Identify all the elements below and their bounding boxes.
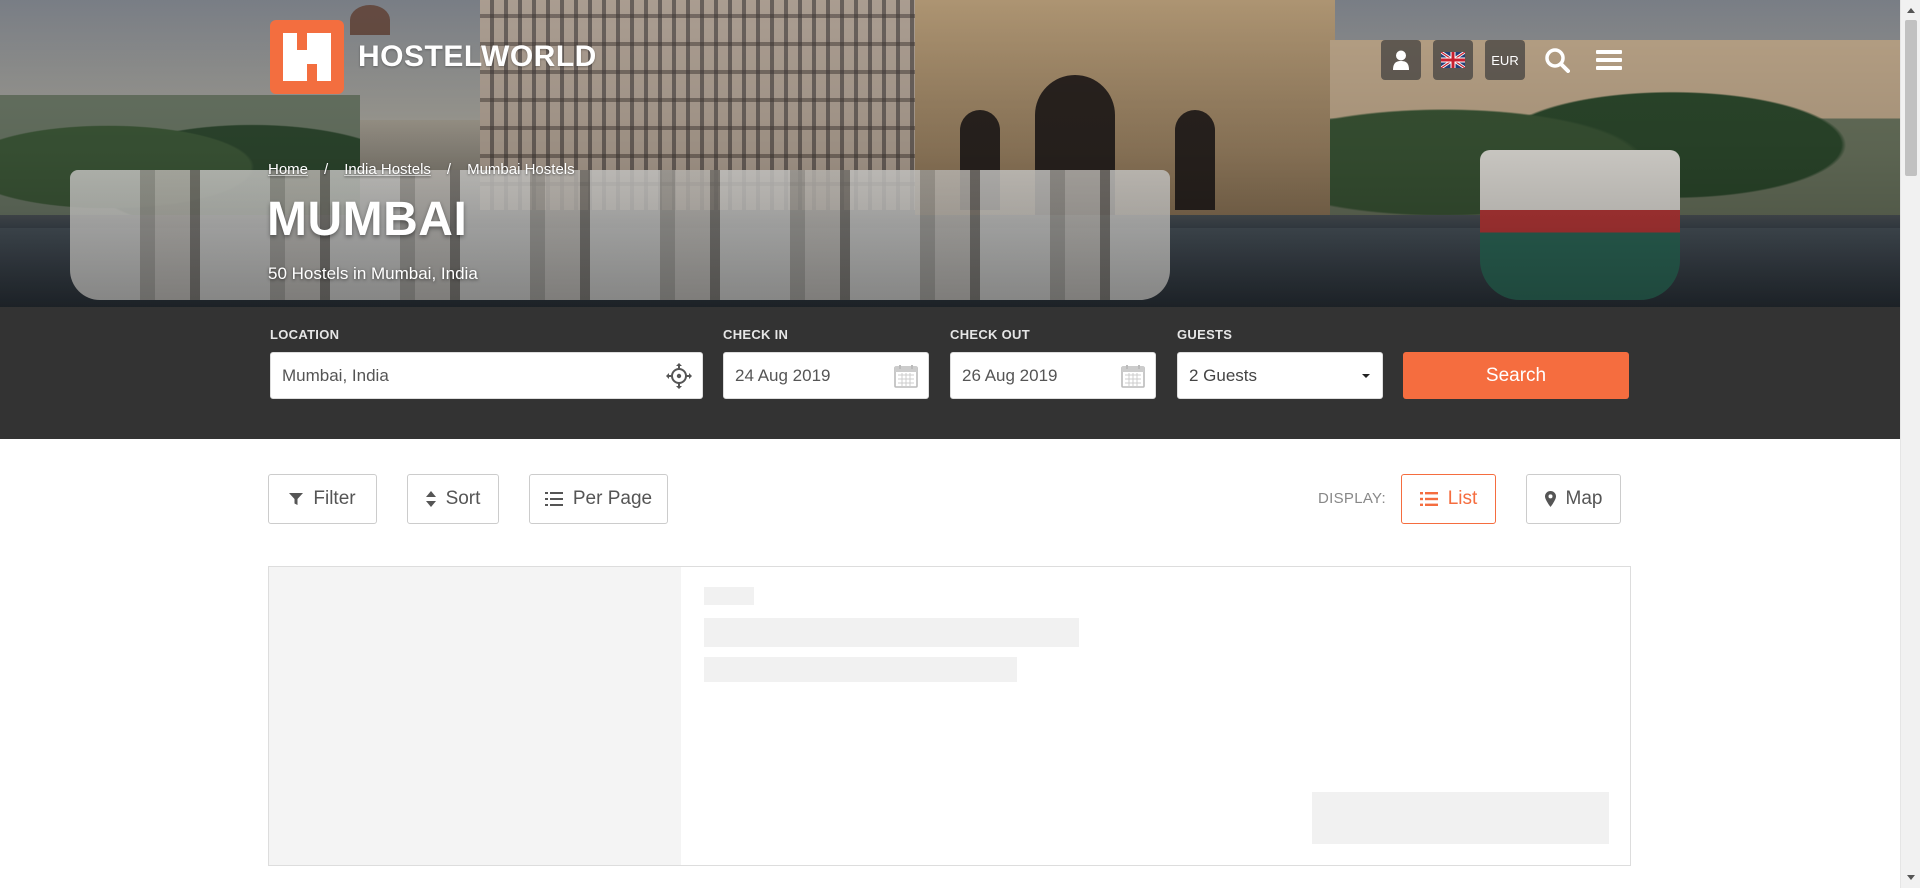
filter-label: Filter bbox=[313, 488, 356, 509]
skeleton-line bbox=[704, 587, 754, 605]
list-icon bbox=[1419, 492, 1438, 506]
map-view-label: Map bbox=[1565, 488, 1603, 509]
checkout-input[interactable]: 26 Aug 2019 bbox=[950, 352, 1156, 399]
currency-label: EUR bbox=[1491, 52, 1519, 68]
guests-value: 2 Guests bbox=[1189, 365, 1258, 385]
skeleton-button bbox=[1312, 792, 1609, 844]
filter-button[interactable]: Filter bbox=[268, 474, 377, 524]
skeleton-line bbox=[704, 657, 1017, 682]
checkout-value: 26 Aug 2019 bbox=[962, 365, 1058, 385]
search-toggle-button[interactable] bbox=[1537, 40, 1577, 80]
menu-button[interactable] bbox=[1589, 40, 1629, 80]
sort-label: Sort bbox=[445, 488, 481, 509]
location-value: Mumbai, India bbox=[282, 365, 389, 385]
account-button[interactable] bbox=[1381, 40, 1421, 80]
checkin-value: 24 Aug 2019 bbox=[735, 365, 831, 385]
brand-logo[interactable]: HOSTELWORLD bbox=[270, 20, 597, 94]
logo-h-icon bbox=[270, 20, 344, 94]
brand-name: HOSTELWORLD bbox=[358, 40, 597, 73]
skeleton-line bbox=[704, 618, 1079, 647]
display-label: DISPLAY: bbox=[1318, 490, 1386, 507]
per-page-button[interactable]: Per Page bbox=[529, 474, 668, 524]
breadcrumb-separator: / bbox=[324, 161, 329, 178]
sort-arrows-icon bbox=[425, 491, 436, 507]
checkin-input[interactable]: 24 Aug 2019 bbox=[723, 352, 929, 399]
location-label: LOCATION bbox=[270, 327, 340, 342]
uk-flag-icon bbox=[1441, 52, 1465, 68]
list-view-label: List bbox=[1447, 488, 1478, 509]
sort-button[interactable]: Sort bbox=[407, 474, 499, 524]
hostel-card-skeleton bbox=[268, 566, 1631, 866]
crosshair-location-icon[interactable] bbox=[666, 363, 692, 389]
scroll-up-arrow-icon[interactable] bbox=[1907, 8, 1915, 13]
map-view-button[interactable]: Map bbox=[1526, 474, 1621, 524]
guests-select[interactable]: 2 Guests bbox=[1177, 352, 1383, 399]
list-view-button[interactable]: List bbox=[1401, 474, 1496, 524]
page-scrollbar[interactable] bbox=[1900, 0, 1920, 888]
calendar-icon bbox=[1121, 365, 1145, 388]
breadcrumb-separator: / bbox=[446, 161, 452, 178]
breadcrumb-home[interactable]: Home bbox=[268, 161, 308, 178]
scroll-thumb[interactable] bbox=[1905, 20, 1917, 176]
hamburger-menu-icon bbox=[1596, 50, 1622, 70]
language-button[interactable] bbox=[1433, 40, 1473, 80]
search-icon bbox=[1545, 48, 1570, 73]
user-icon bbox=[1393, 50, 1409, 70]
currency-button[interactable]: EUR bbox=[1485, 40, 1525, 80]
per-page-label: Per Page bbox=[572, 488, 653, 509]
map-pin-icon bbox=[1544, 491, 1556, 507]
dropdown-caret-icon bbox=[1362, 374, 1370, 378]
guests-label: GUESTS bbox=[1177, 327, 1233, 342]
breadcrumb: Home / India Hostels / Mumbai Hostels bbox=[268, 161, 575, 178]
filter-funnel-icon bbox=[289, 493, 304, 505]
search-button[interactable]: Search bbox=[1403, 352, 1629, 399]
calendar-icon bbox=[894, 365, 918, 388]
hostel-image-placeholder bbox=[269, 567, 681, 865]
numbered-list-icon bbox=[544, 492, 563, 506]
checkin-label: CHECK IN bbox=[723, 327, 789, 342]
hostel-count: 50 Hostels in Mumbai, India bbox=[268, 264, 478, 283]
breadcrumb-country[interactable]: India Hostels bbox=[344, 161, 431, 178]
scroll-down-arrow-icon[interactable] bbox=[1907, 875, 1915, 880]
header-actions: EUR bbox=[1381, 40, 1641, 80]
location-input[interactable]: Mumbai, India bbox=[270, 352, 703, 399]
checkout-label: CHECK OUT bbox=[950, 327, 1030, 342]
page-title: MUMBAI bbox=[267, 193, 468, 246]
breadcrumb-current: Mumbai Hostels bbox=[467, 161, 575, 178]
